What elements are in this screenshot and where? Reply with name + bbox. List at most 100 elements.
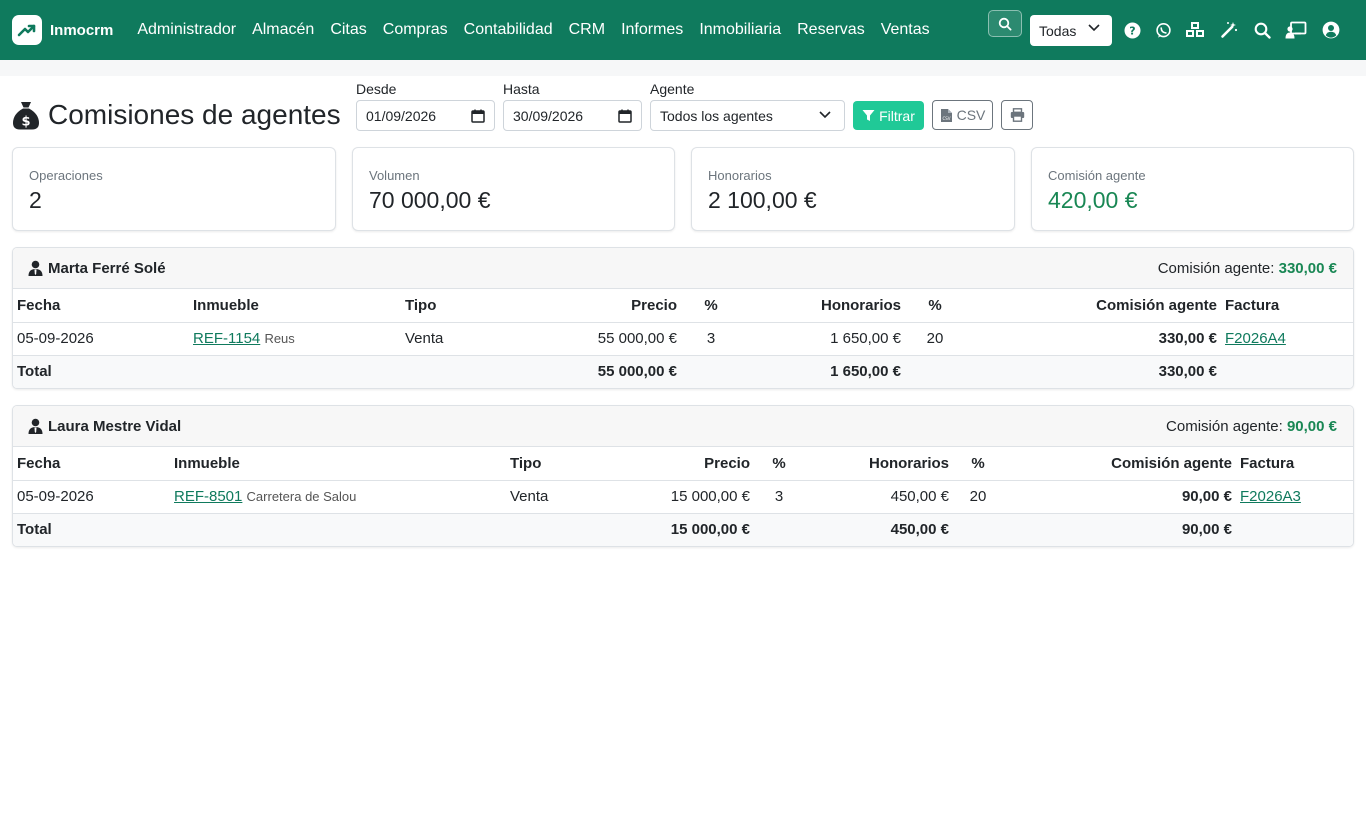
brand[interactable]: Inmocrm bbox=[12, 15, 113, 45]
user-chalkboard-icon[interactable] bbox=[1285, 21, 1307, 39]
cell-precio: 15 000,00 € bbox=[626, 480, 754, 514]
table-header-row: Fecha Inmueble Tipo Precio % Honorarios … bbox=[13, 289, 1353, 323]
nav-item-citas[interactable]: Citas bbox=[322, 21, 374, 39]
csv-button[interactable]: CSV CSV bbox=[932, 100, 993, 130]
stat-label: Operaciones bbox=[29, 168, 103, 183]
from-date-value: 01/09/2026 bbox=[366, 107, 437, 124]
table-row: 05-09-2026 REF-1154 Reus Venta 55 000,00… bbox=[13, 322, 1353, 356]
col-pct: % bbox=[754, 447, 804, 481]
subbar bbox=[0, 60, 1366, 76]
property-location: Reus bbox=[264, 331, 295, 346]
stat-value: 2 bbox=[29, 187, 42, 213]
stat-label: Honorarios bbox=[708, 168, 772, 183]
top-navbar: Inmocrm Administrador Almacén Citas Comp… bbox=[0, 0, 1366, 60]
agent-select[interactable]: Todos los agentes bbox=[650, 100, 845, 131]
col-comision: Comisión agente bbox=[965, 289, 1221, 323]
to-date-input[interactable]: 30/09/2026 bbox=[503, 100, 642, 131]
agent-panel: Marta Ferré Solé Comisión agente: 330,00… bbox=[12, 247, 1354, 389]
col-honorarios: Honorarios bbox=[804, 447, 953, 481]
cell-pct2: 20 bbox=[905, 322, 965, 356]
help-icon[interactable]: ? bbox=[1123, 21, 1141, 39]
agent-commission-value: 330,00 € bbox=[1278, 260, 1337, 277]
whatsapp-icon[interactable] bbox=[1154, 21, 1172, 39]
agent-select-value: Todos los agentes bbox=[660, 107, 773, 124]
nav-item-almacen[interactable]: Almacén bbox=[244, 21, 322, 39]
agent-panel-header: Marta Ferré Solé Comisión agente: 330,00… bbox=[13, 248, 1353, 289]
brand-name: Inmocrm bbox=[50, 21, 114, 39]
total-honorarios: 1 650,00 € bbox=[741, 355, 905, 388]
cell-comision: 330,00 € bbox=[965, 322, 1221, 356]
stat-value: 420,00 € bbox=[1048, 187, 1138, 213]
nav-item-compras[interactable]: Compras bbox=[375, 21, 456, 39]
nav-item-reservas[interactable]: Reservas bbox=[789, 21, 873, 39]
nav-search-button[interactable] bbox=[988, 10, 1022, 37]
to-label: Hasta bbox=[503, 81, 540, 97]
main-menu: Administrador Almacén Citas Compras Cont… bbox=[129, 21, 937, 39]
calendar-icon bbox=[618, 109, 632, 123]
col-honorarios: Honorarios bbox=[741, 289, 905, 323]
stat-card-comision: Comisión agente 420,00 € bbox=[1031, 147, 1354, 231]
property-link[interactable]: REF-8501 bbox=[174, 488, 242, 505]
nav-item-inmobiliaria[interactable]: Inmobiliaria bbox=[691, 21, 789, 39]
filter-button[interactable]: Filtrar bbox=[853, 101, 924, 130]
nav-item-administrador[interactable]: Administrador bbox=[129, 21, 244, 39]
col-fecha: Fecha bbox=[13, 289, 189, 323]
col-fecha: Fecha bbox=[13, 447, 170, 481]
col-tipo: Tipo bbox=[401, 289, 517, 323]
col-precio: Precio bbox=[517, 289, 681, 323]
cell-comision: 90,00 € bbox=[1003, 480, 1236, 514]
table-row: 05-09-2026 REF-8501 Carretera de Salou V… bbox=[13, 480, 1353, 514]
agent-label: Agente bbox=[650, 81, 695, 97]
chevron-down-icon bbox=[1088, 24, 1100, 32]
trend-up-icon bbox=[12, 15, 42, 45]
page-title: $ Comisiones de agentes bbox=[12, 99, 341, 131]
agent-panel-header: Laura Mestre Vidal Comisión agente: 90,0… bbox=[13, 406, 1353, 447]
cell-inmueble: REF-1154 Reus bbox=[189, 322, 401, 356]
property-link[interactable]: REF-1154 bbox=[193, 330, 260, 347]
agent-commission: Comisión agente: 90,00 € bbox=[1166, 418, 1337, 435]
col-factura: Factura bbox=[1221, 289, 1353, 323]
col-comision: Comisión agente bbox=[1003, 447, 1236, 481]
total-precio: 15 000,00 € bbox=[626, 513, 754, 546]
calendar-icon bbox=[471, 109, 485, 123]
to-date-value: 30/09/2026 bbox=[513, 107, 584, 124]
invoice-link[interactable]: F2026A3 bbox=[1240, 488, 1301, 505]
stat-value: 2 100,00 € bbox=[708, 187, 817, 213]
cell-pct: 3 bbox=[681, 322, 741, 356]
svg-text:?: ? bbox=[1129, 24, 1135, 37]
from-date-input[interactable]: 01/09/2026 bbox=[356, 100, 495, 131]
user-tie-icon bbox=[28, 260, 43, 276]
cubes-icon[interactable] bbox=[1185, 21, 1205, 39]
user-circle-icon[interactable] bbox=[1322, 21, 1340, 39]
table-total-row: Total 55 000,00 € 1 650,00 € 330,00 € bbox=[13, 355, 1353, 388]
from-label: Desde bbox=[356, 81, 397, 97]
stat-card-volumen: Volumen 70 000,00 € bbox=[352, 147, 675, 231]
cell-fecha: 05-09-2026 bbox=[13, 322, 189, 356]
nav-item-contabilidad[interactable]: Contabilidad bbox=[456, 21, 561, 39]
nav-item-ventas[interactable]: Ventas bbox=[873, 21, 938, 39]
commission-table: Fecha Inmueble Tipo Precio % Honorarios … bbox=[13, 289, 1353, 388]
nav-item-crm[interactable]: CRM bbox=[561, 21, 613, 39]
agent-commission-label: Comisión agente: bbox=[1157, 260, 1275, 277]
cell-pct: 3 bbox=[754, 480, 804, 514]
magic-wand-icon[interactable] bbox=[1220, 21, 1238, 39]
search-icon[interactable] bbox=[1253, 21, 1271, 39]
agent-commission-label: Comisión agente: bbox=[1166, 418, 1283, 435]
cell-inmueble: REF-8501 Carretera de Salou bbox=[170, 480, 506, 514]
cell-honorarios: 450,00 € bbox=[804, 480, 953, 514]
page-title-text: Comisiones de agentes bbox=[48, 99, 341, 130]
table-total-row: Total 15 000,00 € 450,00 € 90,00 € bbox=[13, 513, 1353, 546]
total-comision: 90,00 € bbox=[1003, 513, 1236, 546]
cell-precio: 55 000,00 € bbox=[517, 322, 681, 356]
chevron-down-icon bbox=[819, 111, 831, 119]
agent-commission-value: 90,00 € bbox=[1286, 418, 1337, 435]
money-bag-icon: $ bbox=[13, 102, 39, 130]
scope-select-value: Todas bbox=[1039, 22, 1077, 39]
agent-panel: Laura Mestre Vidal Comisión agente: 90,0… bbox=[12, 405, 1354, 547]
print-icon bbox=[1010, 108, 1024, 122]
scope-select[interactable]: Todas bbox=[1030, 15, 1112, 46]
invoice-link[interactable]: F2026A4 bbox=[1225, 330, 1286, 347]
print-button[interactable] bbox=[1001, 100, 1033, 130]
agent-name: Laura Mestre Vidal bbox=[48, 417, 182, 435]
nav-item-informes[interactable]: Informes bbox=[613, 21, 691, 39]
